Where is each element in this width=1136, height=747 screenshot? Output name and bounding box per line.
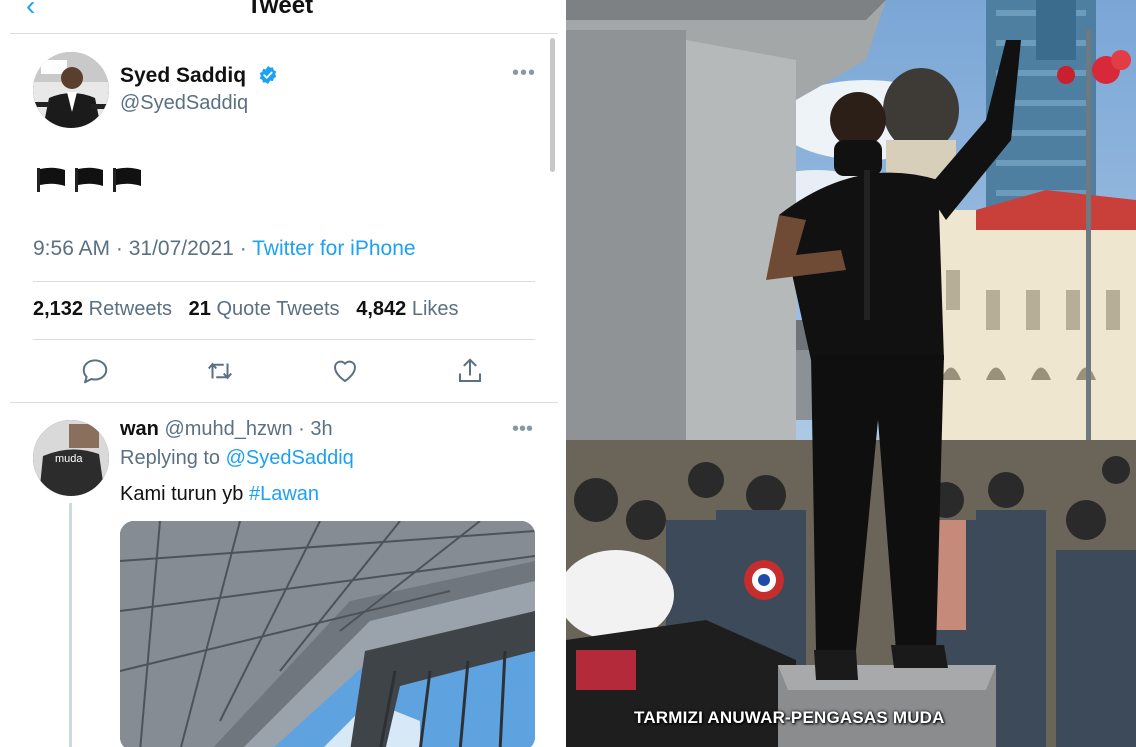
retweet-icon[interactable] bbox=[205, 356, 235, 386]
avatar-shirt-text: muda bbox=[55, 453, 83, 465]
retweets-label: Retweets bbox=[88, 298, 172, 320]
black-flag-icon bbox=[37, 167, 65, 192]
author-name[interactable]: Syed Saddiq bbox=[120, 64, 246, 88]
retweets-stat[interactable]: 2,132 Retweets bbox=[33, 298, 172, 320]
separator: · bbox=[115, 237, 129, 260]
separator: · bbox=[239, 237, 253, 260]
tweet-content: 🏴🏴🏴 bbox=[35, 166, 143, 192]
tweet-timestamp: 9:56 AM · 31/07/2021 · Twitter for iPhon… bbox=[33, 237, 416, 261]
verified-badge-icon bbox=[259, 65, 277, 85]
likes-stat[interactable]: 4,842 Likes bbox=[356, 298, 458, 320]
divider bbox=[33, 281, 535, 282]
black-flag-icon bbox=[75, 167, 103, 192]
reply-icon[interactable] bbox=[80, 356, 110, 386]
tweet-date: 31/07/2021 bbox=[128, 237, 234, 260]
photo-caption: TARMIZI ANUWAR-PENGASAS MUDA bbox=[634, 708, 945, 727]
likes-count: 4,842 bbox=[356, 298, 407, 320]
author-avatar[interactable] bbox=[33, 52, 109, 128]
reply-age: 3h bbox=[310, 418, 333, 440]
replying-to: Replying to @SyedSaddiq bbox=[120, 447, 354, 470]
divider bbox=[10, 33, 558, 34]
page-title: Tweet bbox=[246, 0, 314, 19]
share-icon[interactable] bbox=[455, 356, 485, 386]
replying-to-prefix: Replying to bbox=[120, 447, 221, 469]
quotes-count: 21 bbox=[188, 298, 211, 320]
reply-body: Kami turun yb bbox=[120, 483, 244, 505]
quotes-label: Quote Tweets bbox=[216, 298, 340, 320]
quote-tweets-stat[interactable]: 21 Quote Tweets bbox=[189, 298, 340, 320]
reply-header: wan @muhd_hzwn · 3h bbox=[120, 418, 333, 441]
more-icon[interactable]: ••• bbox=[512, 62, 536, 85]
more-icon[interactable]: ••• bbox=[512, 418, 533, 441]
tweet-screenshot-panel: ‹ Tweet Syed Saddiq @SyedSaddiq ••• 🏴🏴🏴 … bbox=[0, 0, 560, 747]
separator: · bbox=[292, 418, 311, 440]
divider bbox=[10, 402, 558, 403]
protest-photo bbox=[566, 0, 1136, 747]
reply-media-image[interactable] bbox=[120, 521, 535, 747]
reply-author-avatar[interactable]: muda bbox=[33, 420, 109, 496]
reply-text: Kami turun yb #Lawan bbox=[120, 483, 319, 506]
black-flag-icon bbox=[113, 167, 141, 192]
heart-icon[interactable] bbox=[330, 356, 360, 386]
scrollbar[interactable] bbox=[550, 38, 555, 172]
tweet-stats: 2,132 Retweets 21 Quote Tweets 4,842 Lik… bbox=[33, 298, 459, 321]
thread-line bbox=[69, 503, 72, 747]
author-handle[interactable]: @SyedSaddiq bbox=[120, 92, 248, 115]
tweet-time: 9:56 AM bbox=[33, 237, 111, 260]
tweet-source-link[interactable]: Twitter for iPhone bbox=[252, 237, 415, 260]
likes-label: Likes bbox=[411, 298, 459, 320]
divider bbox=[33, 339, 535, 340]
reply-author-handle[interactable]: @muhd_hzwn bbox=[164, 418, 292, 440]
replying-to-handle[interactable]: @SyedSaddiq bbox=[226, 447, 354, 469]
retweets-count: 2,132 bbox=[33, 298, 84, 320]
hashtag-link[interactable]: #Lawan bbox=[249, 483, 319, 505]
reply-author-name[interactable]: wan bbox=[120, 418, 159, 440]
